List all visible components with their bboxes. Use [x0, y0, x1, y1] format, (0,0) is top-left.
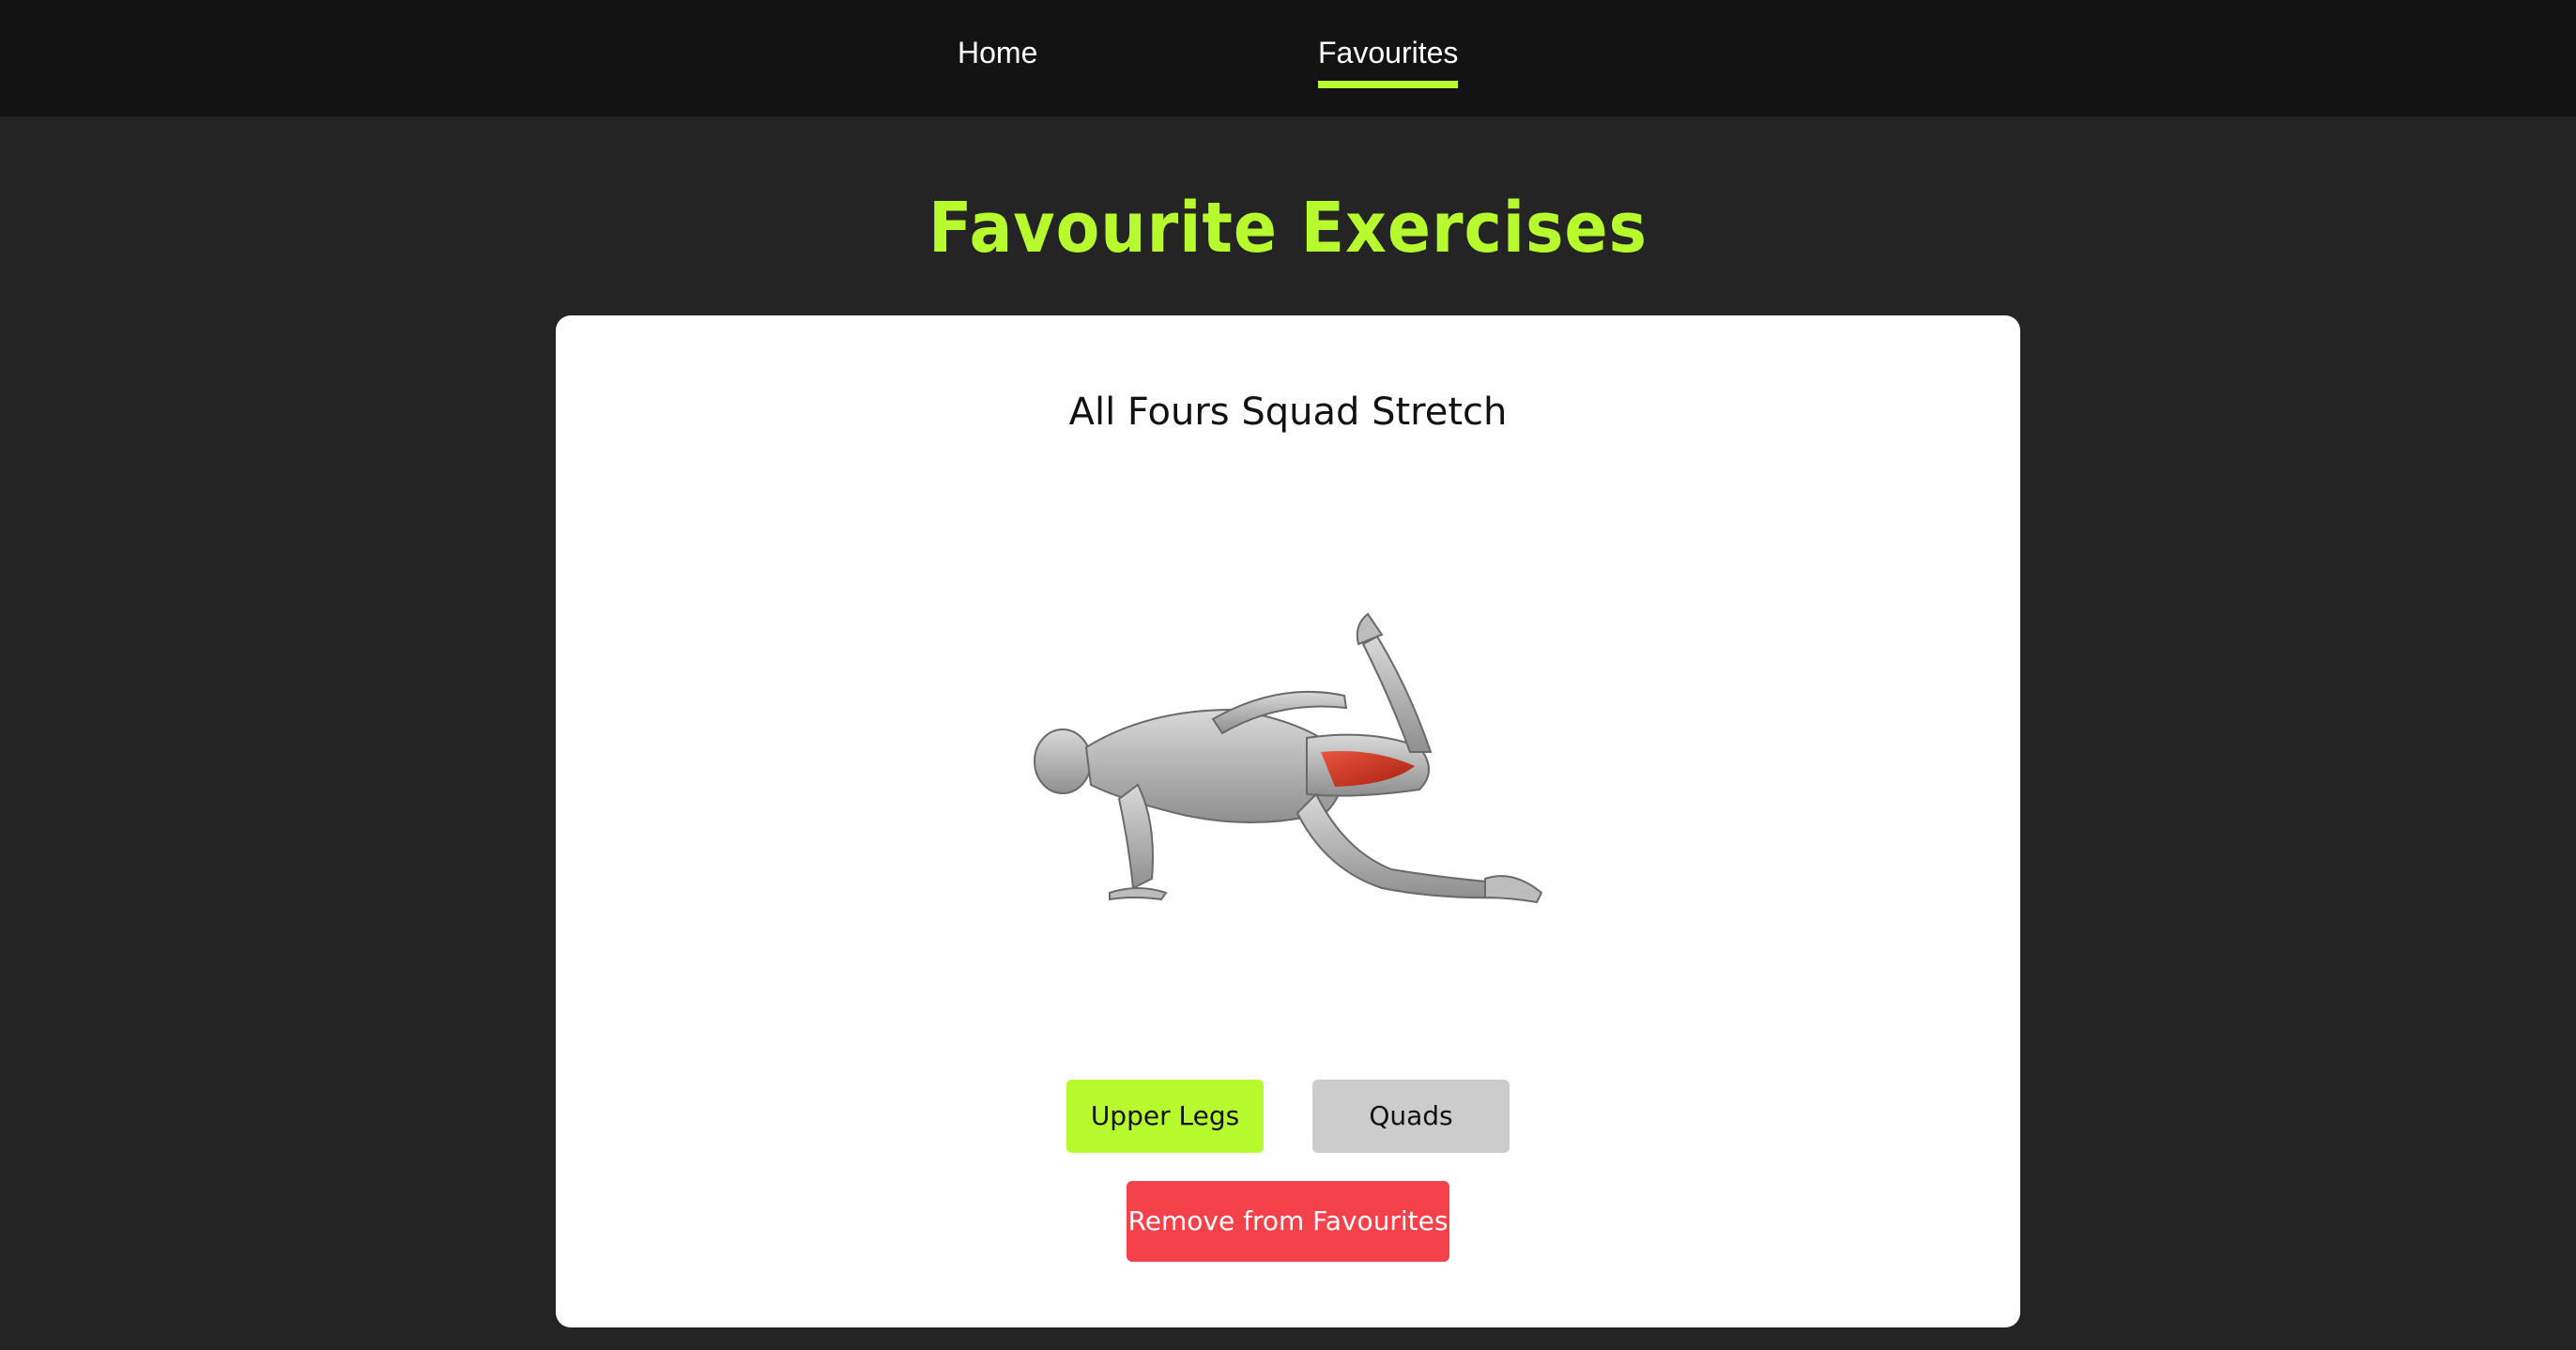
active-nav-indicator: [1318, 81, 1459, 88]
exercise-title: All Fours Squad Stretch: [1068, 391, 1508, 434]
nav-home-link[interactable]: Home: [958, 36, 1037, 70]
page-title: Favourite Exercises: [928, 188, 1648, 268]
exercise-card[interactable]: All Fours Squad Stretch Upper Legs Quads…: [556, 315, 2020, 1327]
exercise-illustration: [1034, 612, 1543, 904]
nav-favourites-label: Favourites: [1318, 36, 1459, 69]
target-muscle-tag[interactable]: Quads: [1312, 1080, 1510, 1153]
top-navbar: Home Favourites: [0, 0, 2576, 116]
remove-from-favourites-button[interactable]: Remove from Favourites: [1127, 1181, 1449, 1262]
body-part-tag[interactable]: Upper Legs: [1066, 1080, 1264, 1153]
nav-favourites-link[interactable]: Favourites: [1318, 36, 1459, 88]
